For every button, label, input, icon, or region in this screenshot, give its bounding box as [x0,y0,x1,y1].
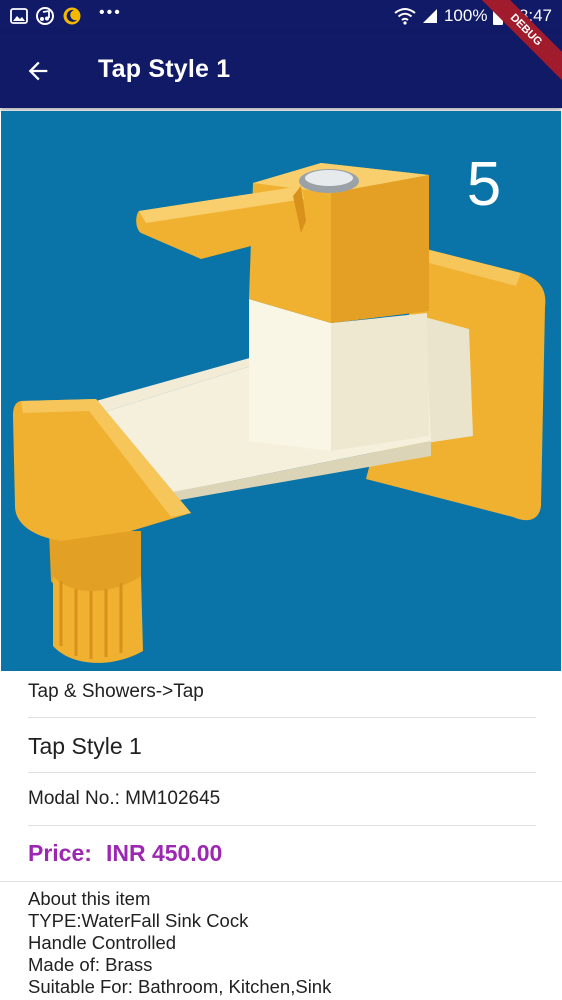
wifi-icon [394,8,416,25]
image-badge-number: 5 [467,150,501,219]
price: Price: INR 450.00 [28,840,536,867]
price-value: INR 450.00 [105,840,223,866]
signal-icon [422,9,437,23]
notification-icons: ••• [10,4,122,26]
back-arrow-icon[interactable] [24,57,52,85]
product-image[interactable]: 5 [1,111,561,671]
gallery-icon [10,8,28,24]
product-name: Tap Style 1 [28,733,142,759]
more-notifications-icon: ••• [99,4,122,21]
divider [28,772,536,773]
divider [0,881,562,882]
music-sync-icon [36,7,54,25]
page-title: Tap Style 1 [98,55,231,83]
breadcrumb[interactable]: Tap & Showers->Tap [28,681,536,703]
divider [28,717,536,718]
about-line: Suitable For: Bathroom, Kitchen,Sink [28,976,332,997]
battery-percent: 100% [443,6,488,25]
about-line: TYPE:WaterFall Sink Cock [28,910,249,931]
price-label: Price: [28,840,92,866]
about-section: About this item TYPE:WaterFall Sink Cock… [28,888,331,998]
about-heading: About this item [28,888,151,909]
about-line: Made of: Brass [28,954,153,975]
about-line: Handle Controlled [28,932,177,953]
divider [28,825,536,826]
status-bar: ••• 100% 08:47 [0,0,562,33]
app-bar: Tap Style 1 [0,33,562,108]
model-number: Modal No.: MM102645 [28,788,221,809]
night-mode-icon [63,7,81,25]
